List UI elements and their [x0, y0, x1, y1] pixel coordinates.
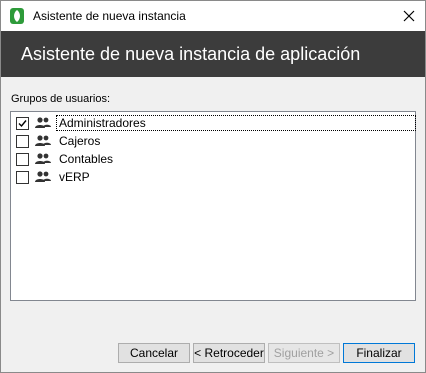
wizard-window: Asistente de nueva instancia Asistente d… — [0, 0, 426, 373]
users-group-icon — [35, 135, 51, 146]
list-item[interactable]: Contables — [11, 150, 415, 168]
list-item-label: Contables — [59, 152, 114, 166]
users-group-icon — [35, 117, 51, 128]
back-button[interactable]: < Retroceder — [193, 343, 265, 363]
users-group-icon — [35, 171, 51, 182]
list-item[interactable]: Cajeros — [11, 132, 415, 150]
next-button[interactable]: Siguiente > — [268, 343, 340, 363]
cancel-button[interactable]: Cancelar — [118, 343, 190, 363]
list-item-label: Administradores — [56, 115, 416, 131]
checkbox[interactable] — [16, 152, 29, 166]
user-groups-list[interactable]: Administradores Cajeros Contables vERP — [10, 111, 416, 301]
finish-button[interactable]: Finalizar — [343, 343, 415, 363]
checkbox[interactable] — [16, 134, 29, 148]
users-group-icon — [35, 153, 51, 164]
list-item-label: Cajeros — [59, 134, 101, 148]
close-button[interactable] — [393, 1, 425, 31]
title-bar[interactable]: Asistente de nueva instancia — [1, 1, 425, 31]
list-item[interactable]: Administradores — [11, 114, 416, 132]
check-icon — [18, 119, 27, 127]
user-groups-label: Grupos de usuarios: — [11, 93, 111, 105]
close-icon — [403, 10, 415, 22]
list-item[interactable]: vERP — [11, 168, 415, 186]
list-item-label: vERP — [59, 170, 90, 184]
window-title: Asistente de nueva instancia — [33, 9, 186, 23]
wizard-header: Asistente de nueva instancia de aplicaci… — [1, 31, 425, 77]
wizard-heading: Asistente de nueva instancia de aplicaci… — [21, 43, 361, 64]
shield-leaf-icon — [10, 8, 24, 24]
checkbox[interactable] — [16, 170, 29, 184]
checkbox-checked[interactable] — [16, 116, 29, 130]
